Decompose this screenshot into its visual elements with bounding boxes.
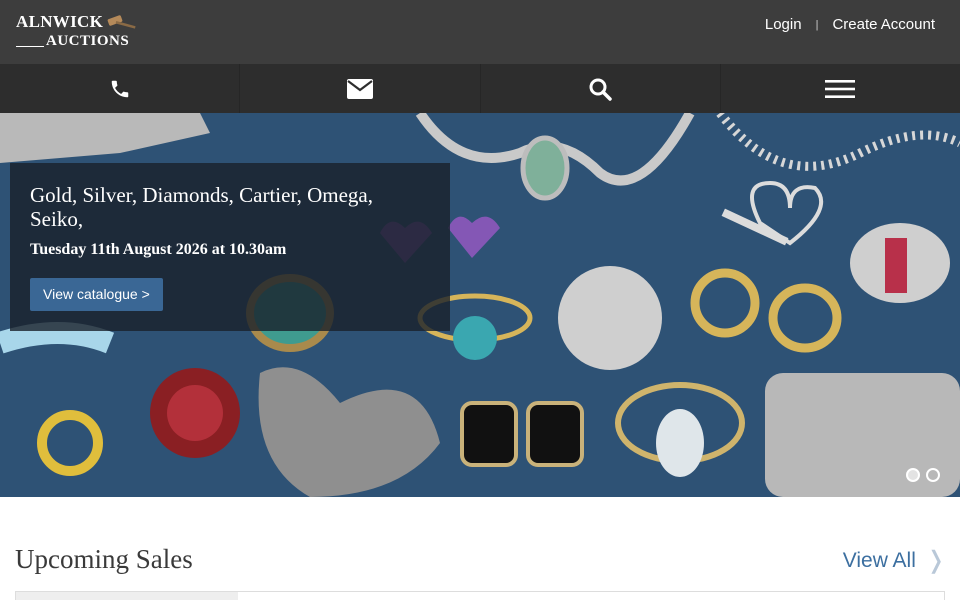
- hero-banner[interactable]: Gold, Silver, Diamonds, Cartier, Omega, …: [0, 113, 960, 497]
- auth-links: Login | Create Account: [765, 16, 935, 33]
- carousel-dot-2[interactable]: [926, 468, 940, 482]
- top-bar: ALNWICK AUCTIONS Login | Create Account: [0, 0, 960, 64]
- phone-button[interactable]: [0, 64, 241, 113]
- create-account-link[interactable]: Create Account: [832, 16, 935, 33]
- envelope-icon: [346, 78, 373, 99]
- menu-button[interactable]: [721, 64, 960, 113]
- view-all-link[interactable]: View All ❭: [843, 546, 946, 575]
- search-icon: [589, 78, 612, 101]
- hamburger-menu-icon: [825, 79, 856, 98]
- phone-icon: [111, 80, 128, 97]
- view-catalogue-button[interactable]: View catalogue >: [30, 278, 163, 311]
- carousel-dot-1[interactable]: [906, 468, 920, 482]
- email-button[interactable]: [240, 64, 481, 113]
- chevron-right-icon: ❭: [925, 547, 946, 574]
- logo-line2: AUCTIONS: [46, 33, 130, 49]
- login-link[interactable]: Login: [765, 16, 802, 33]
- gavel-icon: [107, 15, 136, 29]
- auth-separator: |: [815, 18, 819, 31]
- sale-date: Tuesday 11th August 2026 at 10.30am: [30, 241, 287, 258]
- site-logo[interactable]: ALNWICK AUCTIONS: [16, 12, 140, 54]
- upcoming-sales-heading: Upcoming Sales: [15, 544, 193, 574]
- carousel-pagination: [906, 468, 940, 482]
- logo-rule: [16, 46, 44, 47]
- view-all-label: View All: [842, 548, 916, 572]
- hero-caption: Gold, Silver, Diamonds, Cartier, Omega, …: [10, 163, 450, 331]
- icon-nav-bar: [0, 64, 960, 113]
- search-button[interactable]: [481, 64, 721, 113]
- sale-title: Gold, Silver, Diamonds, Cartier, Omega, …: [30, 183, 374, 231]
- logo-line1: ALNWICK: [16, 12, 104, 31]
- sale-card[interactable]: [15, 591, 945, 600]
- sale-card-thumbnail: [16, 592, 238, 600]
